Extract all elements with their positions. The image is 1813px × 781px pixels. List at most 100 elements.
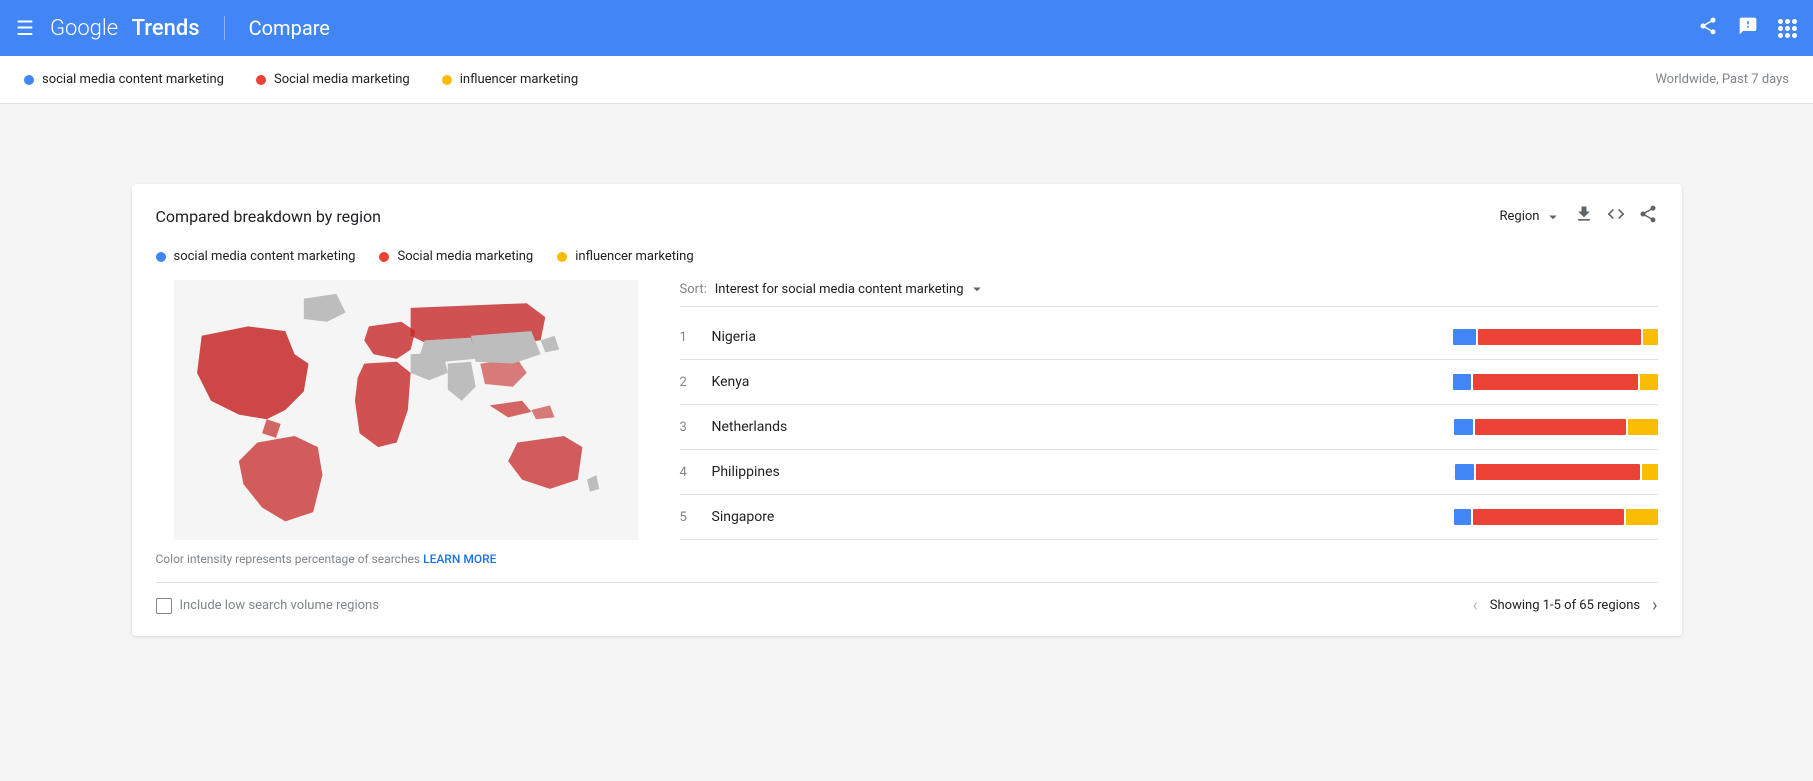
bar-blue (1454, 509, 1471, 525)
legend-item-term3: influencer marketing (442, 72, 578, 87)
checkbox-label-text: Include low search volume regions (180, 598, 379, 613)
logo-trends: Trends (132, 16, 200, 41)
table-row: 2 Kenya (680, 360, 1658, 405)
checkbox-box[interactable] (156, 598, 172, 614)
card-legend-dot-yellow (557, 252, 567, 262)
row-country: Nigeria (712, 329, 1453, 345)
bar-blue (1453, 374, 1471, 390)
next-page-button[interactable]: › (1652, 595, 1657, 616)
bar-blue (1455, 464, 1474, 480)
card-header: Compared breakdown by region Region (156, 204, 1658, 229)
bar-blue (1454, 419, 1473, 435)
bar-red (1478, 329, 1641, 345)
table-row: 1 Nigeria (680, 315, 1658, 360)
pagination-text: Showing 1-5 of 65 regions (1490, 598, 1640, 613)
bar-group (1455, 464, 1658, 480)
table-row: 4 Philippines (680, 450, 1658, 495)
table-rows: 1 Nigeria 2 Kenya 3 Netherlands (680, 315, 1658, 540)
card-legend-term1: social media content marketing (156, 249, 356, 264)
sort-label: Sort: (680, 282, 707, 297)
card-legend-dot-red (379, 252, 389, 262)
app-header: ☰ Google Trends Compare (0, 0, 1813, 56)
row-rank: 1 (680, 330, 712, 345)
prev-page-button[interactable]: ‹ (1472, 595, 1477, 616)
legend-label-term2: Social media marketing (274, 72, 410, 87)
apps-icon[interactable] (1778, 19, 1797, 38)
menu-icon[interactable]: ☰ (16, 16, 34, 40)
bar-yellow (1642, 464, 1658, 480)
card-legend-label-term3: influencer marketing (575, 249, 693, 264)
card-legend-dot-blue (156, 252, 166, 262)
legend-label-term1: social media content marketing (42, 72, 224, 87)
card-legend-label-term2: Social media marketing (397, 249, 533, 264)
breakdown-card: Compared breakdown by region Region (132, 184, 1682, 636)
row-country: Netherlands (712, 419, 1454, 435)
row-country: Philippines (712, 464, 1455, 480)
row-rank: 2 (680, 375, 712, 390)
table-row: 3 Netherlands (680, 405, 1658, 450)
low-volume-checkbox[interactable]: Include low search volume regions (156, 598, 379, 614)
scroll-area-top (0, 104, 1813, 164)
bar-red (1473, 374, 1638, 390)
app-logo: Google Trends (50, 16, 200, 41)
card-legend-term3: influencer marketing (557, 249, 693, 264)
bar-blue (1453, 329, 1476, 345)
bar-yellow (1628, 419, 1658, 435)
card-actions: Region (1500, 204, 1658, 229)
bar-yellow (1643, 329, 1658, 345)
bar-yellow (1640, 374, 1658, 390)
table-row: 5 Singapore (680, 495, 1658, 540)
card-legend: social media content marketing Social me… (156, 249, 1658, 264)
bar-group (1453, 374, 1658, 390)
content-area: Color intensity represents percentage of… (156, 280, 1658, 566)
sort-select[interactable]: Interest for social media content market… (715, 280, 986, 298)
map-svg (156, 280, 656, 540)
row-country: Kenya (712, 374, 1453, 390)
map-section: Color intensity represents percentage of… (156, 280, 656, 566)
bar-red (1475, 419, 1626, 435)
legend-dot-yellow (442, 75, 452, 85)
row-rank: 5 (680, 510, 712, 525)
card-legend-label-term1: social media content marketing (174, 249, 356, 264)
row-rank: 4 (680, 465, 712, 480)
scope-label: Worldwide, Past 7 days (1655, 72, 1789, 87)
card-footer: Include low search volume regions ‹ Show… (156, 582, 1658, 616)
legend-item-term1: social media content marketing (24, 72, 224, 87)
compare-label: Compare (249, 16, 330, 40)
main-content: Compared breakdown by region Region (0, 164, 1813, 656)
grid-icon (1778, 19, 1797, 38)
row-rank: 3 (680, 420, 712, 435)
table-section: Sort: Interest for social media content … (680, 280, 1658, 566)
bar-red (1476, 464, 1640, 480)
header-actions (1698, 16, 1797, 41)
bar-red (1473, 509, 1624, 525)
learn-more-link[interactable]: LEARN MORE (423, 552, 496, 566)
share-card-icon[interactable] (1638, 204, 1658, 229)
pagination: ‹ Showing 1-5 of 65 regions › (1472, 595, 1657, 616)
bar-group (1454, 509, 1658, 525)
region-select[interactable]: Region (1500, 208, 1562, 226)
bar-group (1454, 419, 1658, 435)
map-note: Color intensity represents percentage of… (156, 552, 656, 566)
top-legend-bar: social media content marketing Social me… (0, 56, 1813, 104)
header-divider (224, 16, 225, 40)
card-title: Compared breakdown by region (156, 207, 381, 226)
row-country: Singapore (712, 509, 1454, 525)
share-icon[interactable] (1698, 16, 1718, 41)
download-icon[interactable] (1574, 204, 1594, 229)
bar-yellow (1626, 509, 1658, 525)
legend-dot-blue (24, 75, 34, 85)
sort-row: Sort: Interest for social media content … (680, 280, 1658, 307)
bar-group (1453, 329, 1658, 345)
feedback-icon[interactable] (1738, 16, 1758, 41)
legend-dot-red (256, 75, 266, 85)
legend-item-term2: Social media marketing (256, 72, 410, 87)
world-map (156, 280, 656, 540)
code-icon[interactable] (1606, 204, 1626, 229)
logo-google: Google (50, 16, 118, 41)
sort-value: Interest for social media content market… (715, 282, 964, 297)
region-label: Region (1500, 209, 1540, 224)
legend-label-term3: influencer marketing (460, 72, 578, 87)
card-legend-term2: Social media marketing (379, 249, 533, 264)
map-note-text: Color intensity represents percentage of… (156, 552, 421, 566)
